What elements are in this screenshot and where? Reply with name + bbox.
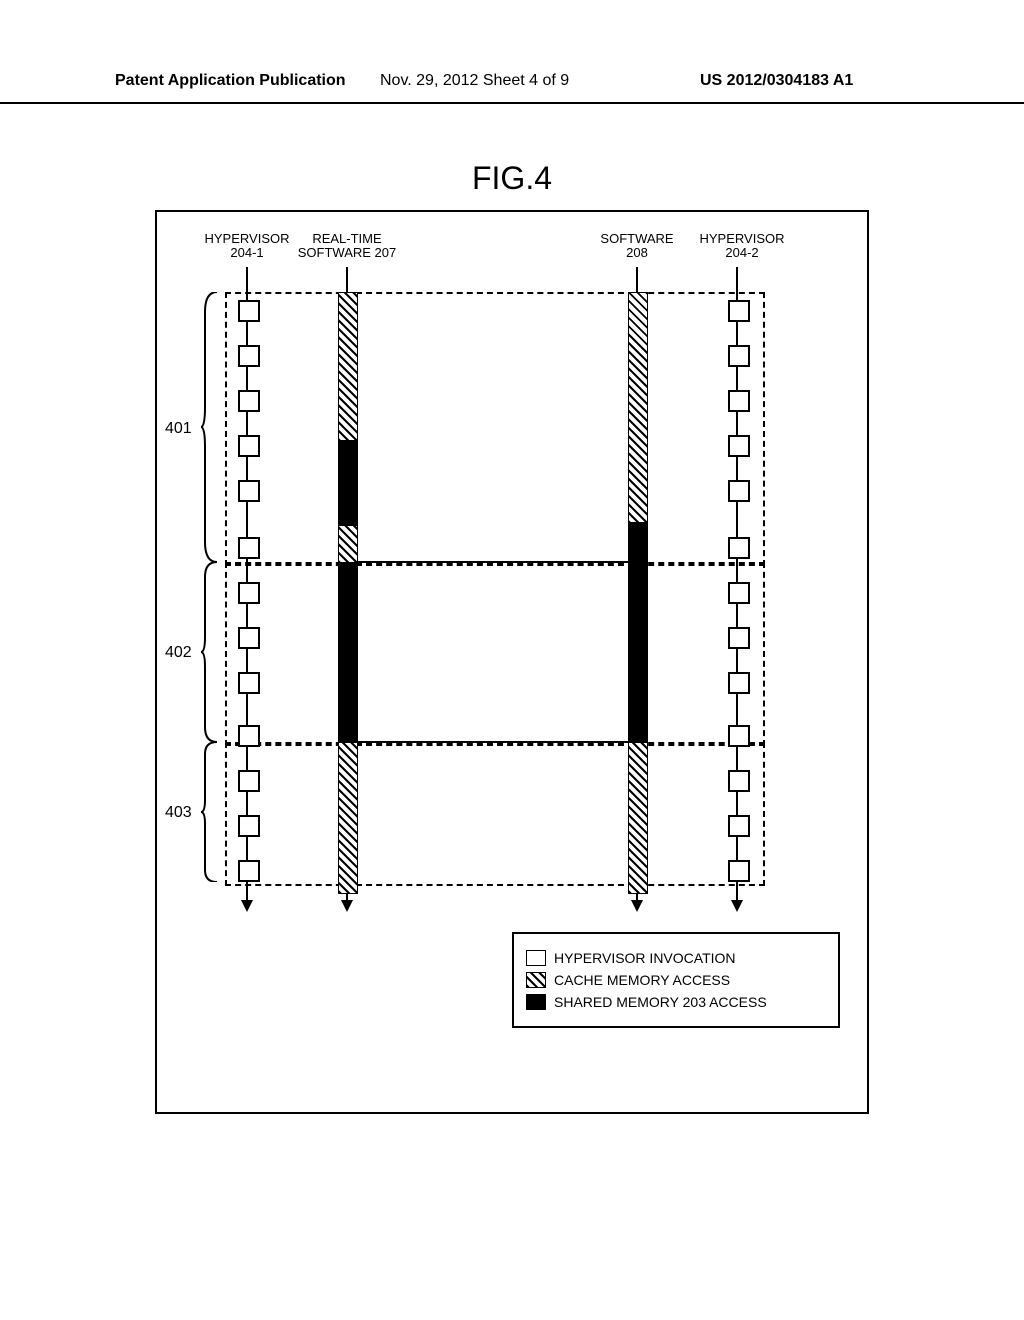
hyp2-tick bbox=[728, 672, 750, 694]
legend-swatch-solid-icon bbox=[526, 994, 546, 1010]
figure-title: FIG.4 bbox=[0, 160, 1024, 197]
sync-line bbox=[356, 741, 628, 743]
sw207-seg-shared bbox=[338, 440, 358, 527]
label-403: 403 bbox=[165, 804, 192, 822]
label-402: 402 bbox=[165, 644, 192, 662]
hyp2-tick bbox=[728, 860, 750, 882]
region-403-box bbox=[225, 742, 765, 886]
hyp2-tick bbox=[728, 390, 750, 412]
col-label-hyp2: HYPERVISOR 204-2 bbox=[692, 232, 792, 261]
arrow-sw bbox=[631, 900, 643, 912]
col-label-sw: SOFTWARE 208 bbox=[592, 232, 682, 261]
hyp2-tick bbox=[728, 300, 750, 322]
page: Patent Application Publication Nov. 29, … bbox=[0, 0, 1024, 1320]
hyp1-tick bbox=[238, 770, 260, 792]
sw208-seg-cache bbox=[628, 742, 648, 894]
col-label-sw-l2: 208 bbox=[626, 245, 648, 260]
brace-401 bbox=[201, 292, 219, 562]
arrow-hyp1 bbox=[241, 900, 253, 912]
hyp1-tick bbox=[238, 627, 260, 649]
hyp2-tick bbox=[728, 770, 750, 792]
legend-row-hollow: HYPERVISOR INVOCATION bbox=[526, 950, 826, 966]
col-label-sw-l1: SOFTWARE bbox=[600, 231, 673, 246]
header-right: US 2012/0304183 A1 bbox=[700, 72, 853, 90]
sync-line bbox=[356, 561, 628, 563]
region-402-box bbox=[225, 562, 765, 746]
hyp1-tick bbox=[238, 860, 260, 882]
col-label-rtsw-l1: REAL-TIME bbox=[312, 231, 381, 246]
legend-text-hollow: HYPERVISOR INVOCATION bbox=[554, 950, 736, 966]
hyp1-tick bbox=[238, 435, 260, 457]
hyp2-tick bbox=[728, 627, 750, 649]
hyp2-tick bbox=[728, 582, 750, 604]
hyp1-tick bbox=[238, 390, 260, 412]
hyp1-tick bbox=[238, 345, 260, 367]
legend-swatch-hatch-icon bbox=[526, 972, 546, 988]
sw208-seg-shared bbox=[628, 562, 648, 744]
brace-402 bbox=[201, 562, 219, 742]
col-label-hyp1-l1: HYPERVISOR bbox=[204, 231, 289, 246]
hyp1-tick bbox=[238, 815, 260, 837]
sw207-seg-cache bbox=[338, 292, 358, 442]
col-label-rtsw: REAL-TIME SOFTWARE 207 bbox=[292, 232, 402, 261]
hyp2-tick bbox=[728, 435, 750, 457]
legend: HYPERVISOR INVOCATION CACHE MEMORY ACCES… bbox=[512, 932, 840, 1028]
hyp2-tick bbox=[728, 537, 750, 559]
brace-403 bbox=[201, 742, 219, 882]
hyp2-tick bbox=[728, 480, 750, 502]
legend-row-hatch: CACHE MEMORY ACCESS bbox=[526, 972, 826, 988]
sw207-seg-cache bbox=[338, 525, 358, 564]
region-401-box bbox=[225, 292, 765, 566]
header-left: Patent Application Publication bbox=[115, 72, 346, 90]
diagram-frame: HYPERVISOR 204-1 REAL-TIME SOFTWARE 207 … bbox=[155, 210, 869, 1114]
hyp1-tick bbox=[238, 537, 260, 559]
sw207-seg-cache bbox=[338, 742, 358, 894]
legend-text-solid: SHARED MEMORY 203 ACCESS bbox=[554, 994, 767, 1010]
hyp1-tick bbox=[238, 672, 260, 694]
hyp1-tick bbox=[238, 300, 260, 322]
hyp1-tick bbox=[238, 480, 260, 502]
legend-swatch-hollow-icon bbox=[526, 950, 546, 966]
legend-text-hatch: CACHE MEMORY ACCESS bbox=[554, 972, 730, 988]
sw208-seg-shared bbox=[628, 522, 648, 564]
col-label-rtsw-l2: SOFTWARE 207 bbox=[298, 245, 396, 260]
col-label-hyp2-l2: 204-2 bbox=[725, 245, 758, 260]
col-label-hyp2-l1: HYPERVISOR bbox=[699, 231, 784, 246]
hyp2-tick bbox=[728, 725, 750, 747]
label-401: 401 bbox=[165, 420, 192, 438]
arrow-rtsw bbox=[341, 900, 353, 912]
header-mid: Nov. 29, 2012 Sheet 4 of 9 bbox=[380, 72, 569, 90]
arrow-hyp2 bbox=[731, 900, 743, 912]
hyp1-tick bbox=[238, 582, 260, 604]
page-header: Patent Application Publication Nov. 29, … bbox=[0, 72, 1024, 104]
hyp1-tick bbox=[238, 725, 260, 747]
legend-row-solid: SHARED MEMORY 203 ACCESS bbox=[526, 994, 826, 1010]
hyp2-tick bbox=[728, 815, 750, 837]
sw208-seg-cache bbox=[628, 292, 648, 524]
col-label-hyp1: HYPERVISOR 204-1 bbox=[202, 232, 292, 261]
sw207-seg-shared bbox=[338, 562, 358, 744]
hyp2-tick bbox=[728, 345, 750, 367]
col-label-hyp1-l2: 204-1 bbox=[230, 245, 263, 260]
